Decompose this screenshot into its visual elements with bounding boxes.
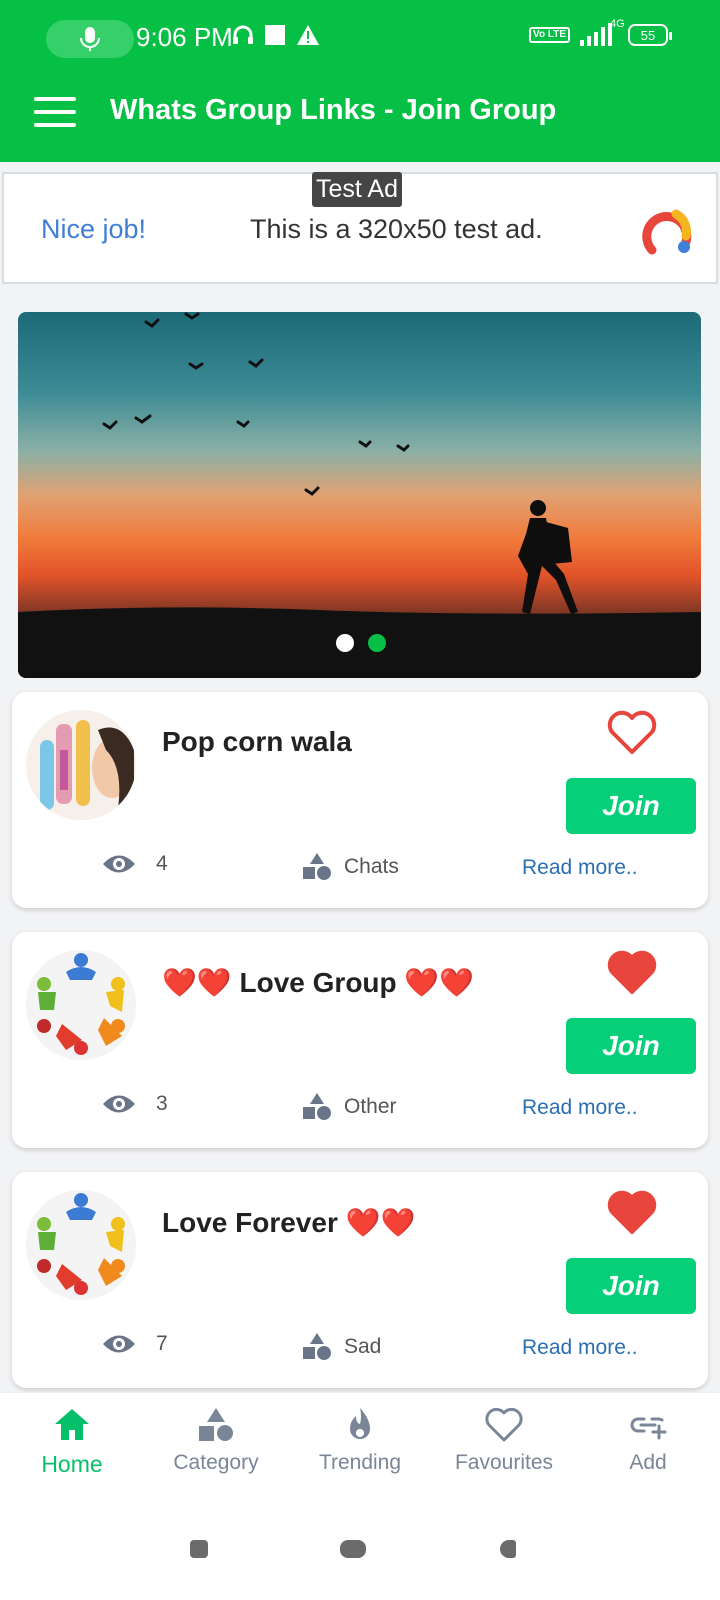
join-button[interactable]: Join [566,1258,696,1314]
microphone-icon [80,27,100,51]
mic-indicator[interactable] [46,20,134,58]
network-type: 4G [610,18,625,30]
volte-icon: Vo LTE [529,27,570,43]
ad-headline: Nice job! [41,214,147,244]
join-button[interactable]: Join [566,778,696,834]
bottom-navigation: Home Category Trending Favourites Add [0,1392,720,1500]
nav-trending[interactable]: Trending [288,1393,432,1500]
group-card[interactable]: Pop corn wala Join 4 Chats Read more.. [12,692,708,908]
group-title: Love Forever ❤️❤️ [162,1207,416,1238]
recent-apps-button[interactable] [190,1540,208,1558]
nav-trending-label: Trending [318,1451,402,1474]
battery-level: 55 [640,27,656,43]
add-link-icon [630,1417,667,1440]
carousel-dot-1[interactable] [336,634,354,652]
group-category-label: Sad [344,1335,382,1358]
favourite-heart-filled-icon[interactable] [606,1188,658,1236]
nav-home[interactable]: Home [0,1393,144,1500]
nav-category[interactable]: Category [144,1393,288,1500]
group-category-label: Chats [344,855,399,878]
square-notification-icon [265,25,285,45]
view-count: 3 [102,1092,168,1116]
view-count-value: 3 [156,1092,168,1115]
nav-favourites[interactable]: Favourites [432,1393,576,1500]
heart-icon [485,1407,523,1442]
system-navigation-bar [0,1500,720,1600]
hamburger-menu-icon[interactable] [34,97,76,127]
app-bar: Whats Group Links - Join Group [0,80,720,162]
image-carousel[interactable] [18,312,701,678]
view-count-value: 4 [156,852,168,875]
ad-text: This is a 320x50 test ad. [250,214,543,244]
signal-icon: 4G [578,18,625,48]
eye-icon [103,855,135,873]
status-time: 9:06 PM [136,22,233,52]
read-more-link[interactable]: Read more.. [522,1096,638,1120]
group-title: Pop corn wala [162,726,352,757]
group-category: Other [302,1092,397,1122]
nav-favourites-label: Favourites [454,1451,554,1474]
category-icon [199,1408,233,1441]
admob-logo-icon [642,209,692,255]
carousel-dot-2[interactable] [368,634,386,652]
join-button[interactable]: Join [566,1018,696,1074]
category-icon [303,1093,331,1120]
flame-icon [350,1408,370,1439]
category-icon [303,1333,331,1360]
ad-tag: Test Ad [312,172,402,207]
group-category: Chats [302,852,399,882]
ad-banner[interactable]: Test Ad Nice job! This is a 320x50 test … [2,172,718,284]
nav-home-label: Home [41,1451,103,1477]
nav-add[interactable]: Add [576,1393,720,1500]
view-count-value: 7 [156,1332,168,1355]
home-button[interactable] [340,1540,366,1558]
headphones-icon [233,25,253,44]
nav-add-label: Add [629,1451,667,1474]
group-title: ❤️❤️ Love Group ❤️❤️ [162,967,475,998]
home-icon [55,1409,89,1440]
carousel-indicator [336,634,386,652]
status-bar: 9:06 PM Vo LTE 4G 55 [0,0,720,80]
app-title: Whats Group Links - Join Group [110,94,557,126]
read-more-link[interactable]: Read more.. [522,856,638,880]
sunset-silhouette-image [18,312,701,678]
eye-icon [103,1335,135,1353]
warning-icon [297,25,319,45]
group-avatar [26,710,136,820]
group-card[interactable]: Love Forever ❤️❤️ Join 7 Sad Read more.. [12,1172,708,1388]
group-card[interactable]: ❤️❤️ Love Group ❤️❤️ Join 3 Other Read m… [12,932,708,1148]
category-icon [303,853,331,880]
group-avatar [26,950,136,1060]
eye-icon [103,1095,135,1113]
view-count: 7 [102,1332,168,1356]
group-avatar [26,1190,136,1300]
favourite-heart-outline-icon[interactable] [606,708,658,756]
back-button[interactable] [500,1540,516,1558]
group-category-label: Other [344,1095,397,1118]
nav-category-label: Category [173,1451,259,1474]
read-more-link[interactable]: Read more.. [522,1336,638,1360]
battery-icon: 55 [628,24,672,46]
favourite-heart-filled-icon[interactable] [606,948,658,996]
group-category: Sad [302,1332,381,1362]
view-count: 4 [102,852,168,876]
